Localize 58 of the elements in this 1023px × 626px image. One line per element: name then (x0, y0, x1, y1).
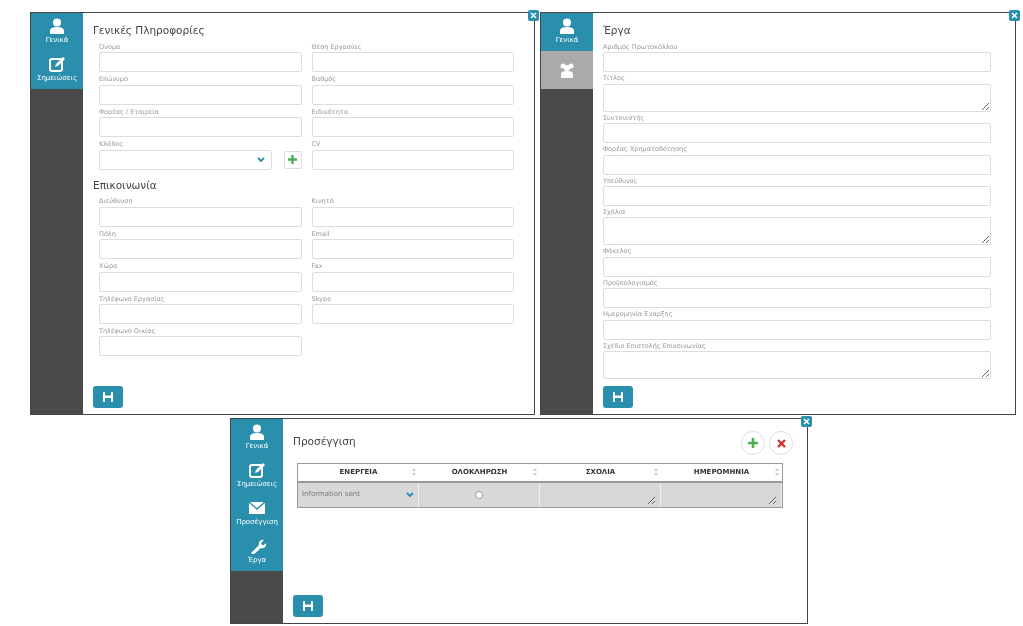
input-field[interactable] (311, 206, 514, 227)
select-field[interactable] (99, 149, 272, 170)
panel-title: Προσέγγιση (293, 434, 356, 450)
input-field[interactable] (99, 206, 302, 227)
input-field[interactable] (311, 304, 514, 324)
close-button[interactable] (1009, 10, 1020, 21)
input-field[interactable] (603, 288, 991, 309)
input-field[interactable] (311, 239, 514, 260)
input-field[interactable] (99, 304, 302, 324)
input-field[interactable] (311, 149, 514, 170)
chevron-down-icon (406, 491, 414, 498)
input-field[interactable] (603, 52, 991, 73)
user-icon (248, 424, 266, 441)
add-button[interactable] (283, 150, 302, 169)
input-field[interactable] (99, 84, 302, 105)
save-button[interactable] (603, 386, 633, 408)
input-field[interactable] (603, 123, 991, 144)
user-icon (48, 18, 66, 35)
close-icon (776, 438, 786, 448)
input-field[interactable] (311, 117, 514, 138)
input-field[interactable] (603, 185, 991, 206)
input-field[interactable] (311, 271, 514, 292)
section-heading: Επικοινωνία (93, 177, 158, 193)
pencil-square-icon (48, 56, 66, 73)
input-field[interactable] (603, 319, 991, 340)
text-area[interactable] (603, 351, 991, 380)
input-field[interactable] (99, 52, 302, 73)
input-field[interactable] (99, 271, 302, 292)
input-field[interactable] (311, 52, 514, 73)
people-icon (558, 62, 576, 78)
close-button[interactable] (528, 10, 539, 21)
close-button[interactable] (801, 416, 812, 427)
input-field[interactable] (603, 256, 991, 277)
chevron-down-icon (256, 156, 265, 163)
text-area[interactable] (603, 217, 991, 246)
user-icon (558, 18, 576, 35)
section-heading: Γενικές Πληροφορίες (93, 23, 206, 38)
input-field[interactable] (99, 239, 302, 260)
input-field[interactable] (311, 84, 514, 105)
input-field[interactable] (603, 154, 991, 175)
delete-button[interactable] (769, 431, 793, 455)
pencil-square-icon (248, 462, 266, 479)
save-button[interactable] (93, 386, 123, 408)
input-field[interactable] (99, 117, 302, 138)
sort-icon (654, 468, 658, 476)
panel-title: Έργα (603, 23, 632, 38)
sidebar-item[interactable] (541, 51, 593, 89)
plus-icon (288, 155, 297, 164)
sort-icon (533, 468, 537, 476)
input-field[interactable] (99, 336, 302, 357)
text-area[interactable] (603, 83, 991, 112)
sort-icon (775, 468, 779, 476)
checkbox[interactable] (475, 490, 483, 499)
save-button[interactable] (293, 595, 323, 617)
add-button[interactable] (741, 431, 765, 455)
sort-icon (412, 468, 416, 476)
envelope-icon (248, 500, 266, 517)
plus-icon (748, 438, 758, 448)
